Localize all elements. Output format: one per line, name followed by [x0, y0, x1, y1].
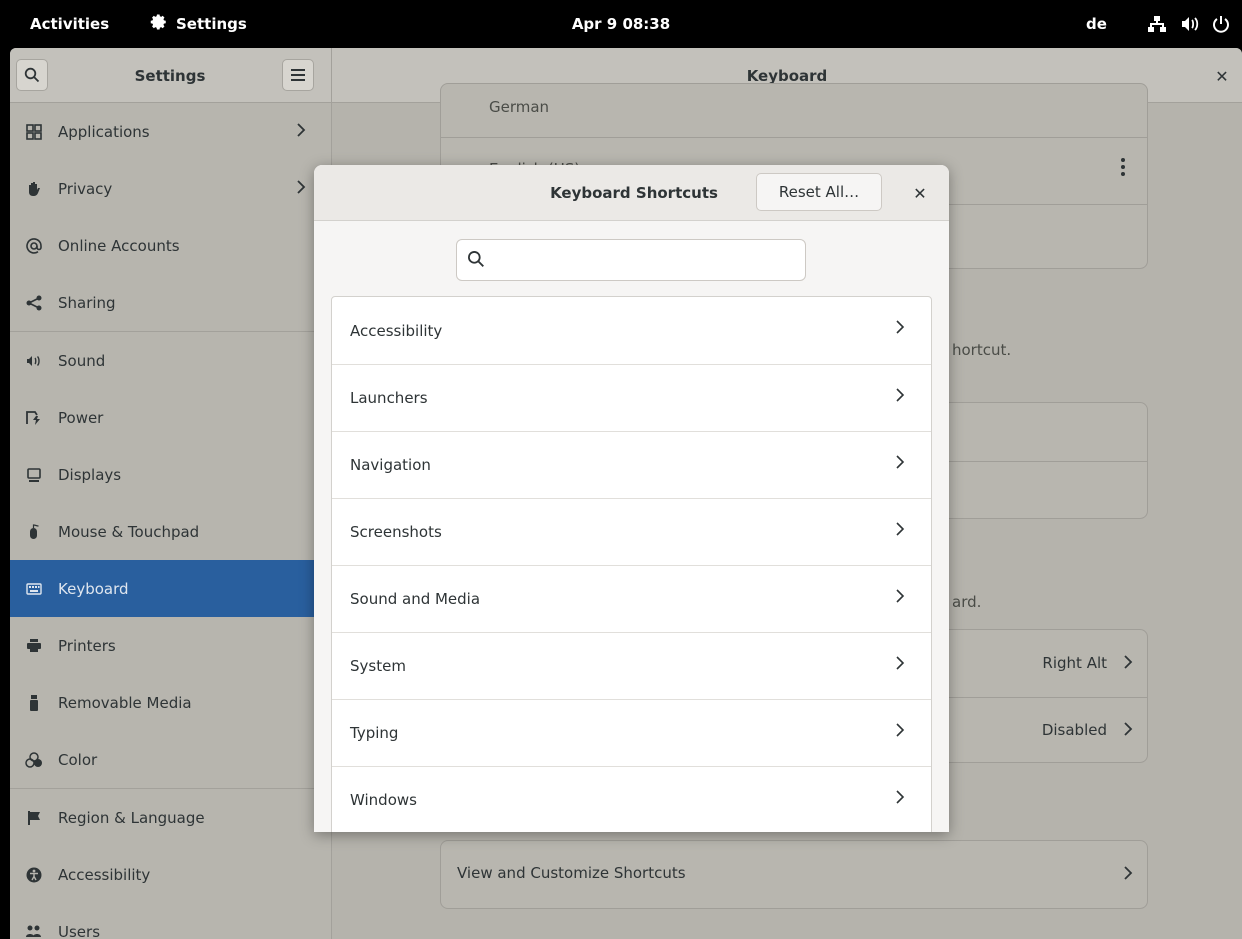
dialog-title: Keyboard Shortcuts [550, 184, 718, 202]
category-system[interactable]: System [332, 632, 931, 699]
sidebar-item-displays[interactable]: Displays [10, 446, 331, 503]
keyboard-icon [24, 579, 44, 599]
chevron-right-icon [895, 387, 905, 407]
category-launchers[interactable]: Launchers [332, 364, 931, 431]
chevron-right-icon [895, 588, 905, 608]
chevron-right-icon [895, 319, 905, 339]
reset-all-button[interactable]: Reset All… [756, 173, 882, 211]
chevron-right-icon [895, 789, 905, 809]
sidebar-item-removable-media[interactable]: Removable Media [10, 674, 331, 731]
sidebar-item-accessibility[interactable]: Accessibility [10, 846, 331, 903]
accessibility-icon [24, 865, 44, 885]
sidebar: Applications Privacy Online Accounts Sha… [10, 103, 332, 939]
view-customize-shortcuts-row[interactable]: View and Customize Shortcuts [440, 840, 1148, 909]
mouse-icon [24, 522, 44, 542]
sidebar-item-power[interactable]: Power [10, 389, 331, 446]
chevron-right-icon [296, 122, 306, 142]
special-keys-description: ard. [952, 593, 982, 611]
share-icon [24, 293, 44, 313]
sidebar-item-sharing[interactable]: Sharing [10, 274, 331, 331]
search-icon [24, 67, 40, 83]
input-source-indicator[interactable]: de [1086, 0, 1107, 48]
sidebar-item-applications[interactable]: Applications [10, 103, 331, 160]
category-windows[interactable]: Windows [332, 766, 931, 832]
printer-icon [24, 636, 44, 656]
category-sound-and-media[interactable]: Sound and Media [332, 565, 931, 632]
display-icon [24, 465, 44, 485]
hamburger-icon [291, 69, 305, 81]
users-icon [24, 922, 44, 939]
category-accessibility[interactable]: Accessibility [332, 297, 931, 364]
shortcut-description: hortcut. [952, 341, 1012, 359]
app-menu[interactable]: Settings [150, 0, 247, 48]
sidebar-item-privacy[interactable]: Privacy [10, 160, 331, 217]
speaker-icon [24, 351, 44, 371]
color-icon [24, 750, 44, 770]
close-icon: ✕ [1215, 66, 1229, 86]
power-battery-icon [24, 408, 44, 428]
search-icon [467, 250, 485, 272]
sidebar-item-online-accounts[interactable]: Online Accounts [10, 217, 331, 274]
chevron-right-icon [1123, 721, 1133, 741]
chevron-right-icon [895, 655, 905, 675]
dialog-header: Keyboard Shortcuts Reset All… ✕ [314, 165, 949, 221]
chevron-right-icon [895, 454, 905, 474]
sidebar-header: Settings [10, 48, 332, 103]
sidebar-item-color[interactable]: Color [10, 731, 331, 788]
power-icon[interactable] [1212, 0, 1230, 48]
applications-grid-icon [24, 122, 44, 142]
sidebar-item-keyboard[interactable]: Keyboard [10, 560, 331, 617]
keyboard-shortcuts-dialog: Keyboard Shortcuts Reset All… ✕ Accessib… [314, 165, 949, 832]
close-icon: ✕ [913, 183, 927, 203]
volume-icon[interactable] [1180, 0, 1200, 48]
hand-icon [24, 179, 44, 199]
sidebar-item-sound[interactable]: Sound [10, 332, 331, 389]
category-typing[interactable]: Typing [332, 699, 931, 766]
category-screenshots[interactable]: Screenshots [332, 498, 931, 565]
chevron-right-icon [1123, 865, 1133, 885]
sidebar-title: Settings [134, 66, 206, 85]
network-icon[interactable] [1148, 0, 1166, 48]
window-close-button[interactable]: ✕ [1212, 66, 1232, 86]
main-menu-button[interactable] [282, 59, 314, 91]
category-navigation[interactable]: Navigation [332, 431, 931, 498]
usb-drive-icon [24, 693, 44, 713]
input-source-row[interactable]: German [441, 84, 1147, 137]
chevron-right-icon [895, 722, 905, 742]
sidebar-item-users[interactable]: Users [10, 903, 331, 939]
chevron-right-icon [296, 179, 306, 199]
top-bar: Activities Settings Apr 9 08:38 de [0, 0, 1242, 48]
flag-icon [24, 808, 44, 828]
sidebar-item-printers[interactable]: Printers [10, 617, 331, 674]
at-sign-icon [24, 236, 44, 256]
sidebar-item-mouse-touchpad[interactable]: Mouse & Touchpad [10, 503, 331, 560]
gear-icon [150, 13, 168, 35]
chevron-right-icon [1123, 654, 1133, 674]
search-input[interactable] [497, 246, 797, 274]
shortcut-category-list: Accessibility Launchers Navigation Scree… [331, 296, 932, 832]
search-button[interactable] [16, 59, 48, 91]
more-options-icon[interactable] [1121, 158, 1125, 180]
activities-button[interactable]: Activities [30, 0, 109, 48]
dialog-close-button[interactable]: ✕ [910, 183, 930, 203]
sidebar-item-region-language[interactable]: Region & Language [10, 789, 331, 846]
chevron-right-icon [895, 521, 905, 541]
shortcut-search[interactable] [456, 239, 806, 281]
